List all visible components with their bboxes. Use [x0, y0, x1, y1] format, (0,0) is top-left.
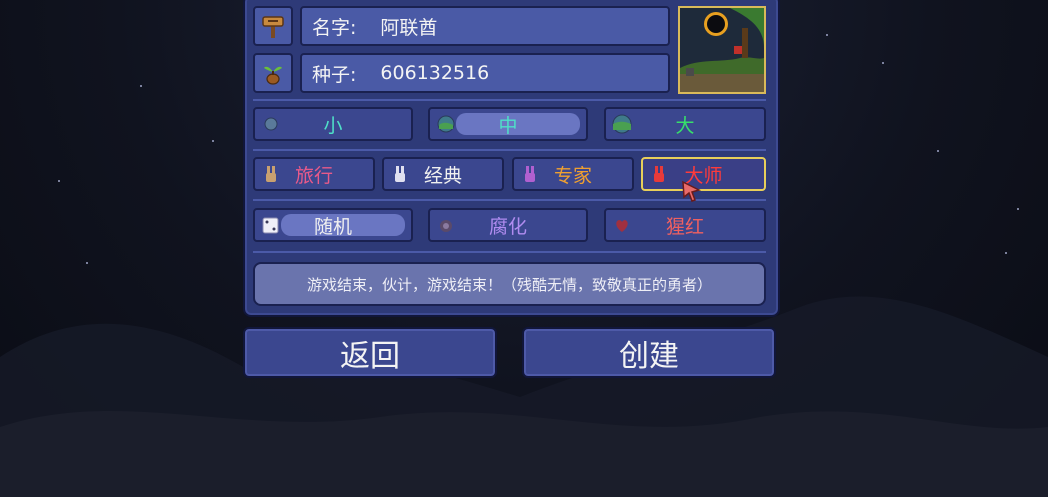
small-world-icon — [264, 117, 278, 131]
world-name-value: 阿联酋 — [380, 16, 438, 39]
acorn-sapling-icon[interactable] — [253, 53, 293, 93]
classic-bunny-icon — [395, 166, 405, 182]
evil-corruption-button[interactable]: 腐化 — [428, 208, 588, 242]
create-button[interactable]: 创建 — [522, 327, 776, 378]
expert-bunny-icon — [525, 166, 535, 182]
size-small-button[interactable]: 小 — [253, 107, 413, 141]
star — [86, 262, 88, 264]
difficulty-journey-label: 旅行 — [294, 164, 333, 187]
name-label: 名字: — [312, 16, 357, 39]
star — [1005, 252, 1007, 254]
evil-random-button[interactable]: 随机 — [253, 208, 413, 242]
size-small-label: 小 — [323, 114, 343, 137]
world-preview-image — [678, 6, 766, 94]
star — [882, 62, 884, 64]
journey-bunny-icon — [266, 166, 276, 182]
size-medium-button[interactable]: 中 — [428, 107, 588, 141]
size-medium-label: 中 — [498, 114, 518, 137]
difficulty-description: 游戏结束，伙计，游戏结束！（残酷无情，致敬真正的勇者） — [253, 262, 766, 306]
separator — [253, 149, 766, 151]
medium-world-icon — [437, 115, 455, 133]
size-large-label: 大 — [675, 114, 695, 137]
world-seed-field[interactable]: 种子: 606132516 — [300, 53, 670, 93]
master-bunny-icon — [654, 166, 664, 182]
difficulty-expert-label: 专家 — [553, 164, 592, 187]
evil-crimson-label: 猩红 — [665, 215, 704, 238]
difficulty-journey-button[interactable]: 旅行 — [253, 157, 375, 191]
star — [212, 140, 214, 142]
world-name-field[interactable]: 名字: 阿联酋 — [300, 6, 670, 46]
separator — [253, 99, 766, 101]
evil-crimson-button[interactable]: 猩红 — [604, 208, 766, 242]
seed-label: 种子: — [312, 63, 357, 86]
separator — [253, 251, 766, 253]
difficulty-classic-button[interactable]: 经典 — [382, 157, 504, 191]
star — [140, 85, 142, 87]
back-button[interactable]: 返回 — [243, 327, 497, 378]
difficulty-master-button[interactable]: 大师 — [641, 157, 766, 191]
mouse-cursor-icon — [682, 180, 702, 202]
star — [1017, 208, 1019, 210]
size-large-button[interactable]: 大 — [604, 107, 766, 141]
evil-corruption-label: 腐化 — [488, 215, 527, 238]
selection-highlight — [456, 113, 580, 135]
difficulty-classic-label: 经典 — [423, 164, 462, 187]
evil-random-label: 随机 — [313, 215, 352, 238]
world-seed-value: 606132516 — [380, 62, 490, 84]
crimson-heart-icon — [616, 220, 628, 232]
star — [58, 180, 60, 182]
difficulty-expert-button[interactable]: 专家 — [512, 157, 634, 191]
star — [826, 34, 828, 36]
random-dice-icon — [262, 217, 279, 234]
corruption-icon — [440, 220, 452, 232]
signpost-icon[interactable] — [253, 6, 293, 46]
star — [937, 150, 939, 152]
large-world-icon — [612, 114, 632, 134]
